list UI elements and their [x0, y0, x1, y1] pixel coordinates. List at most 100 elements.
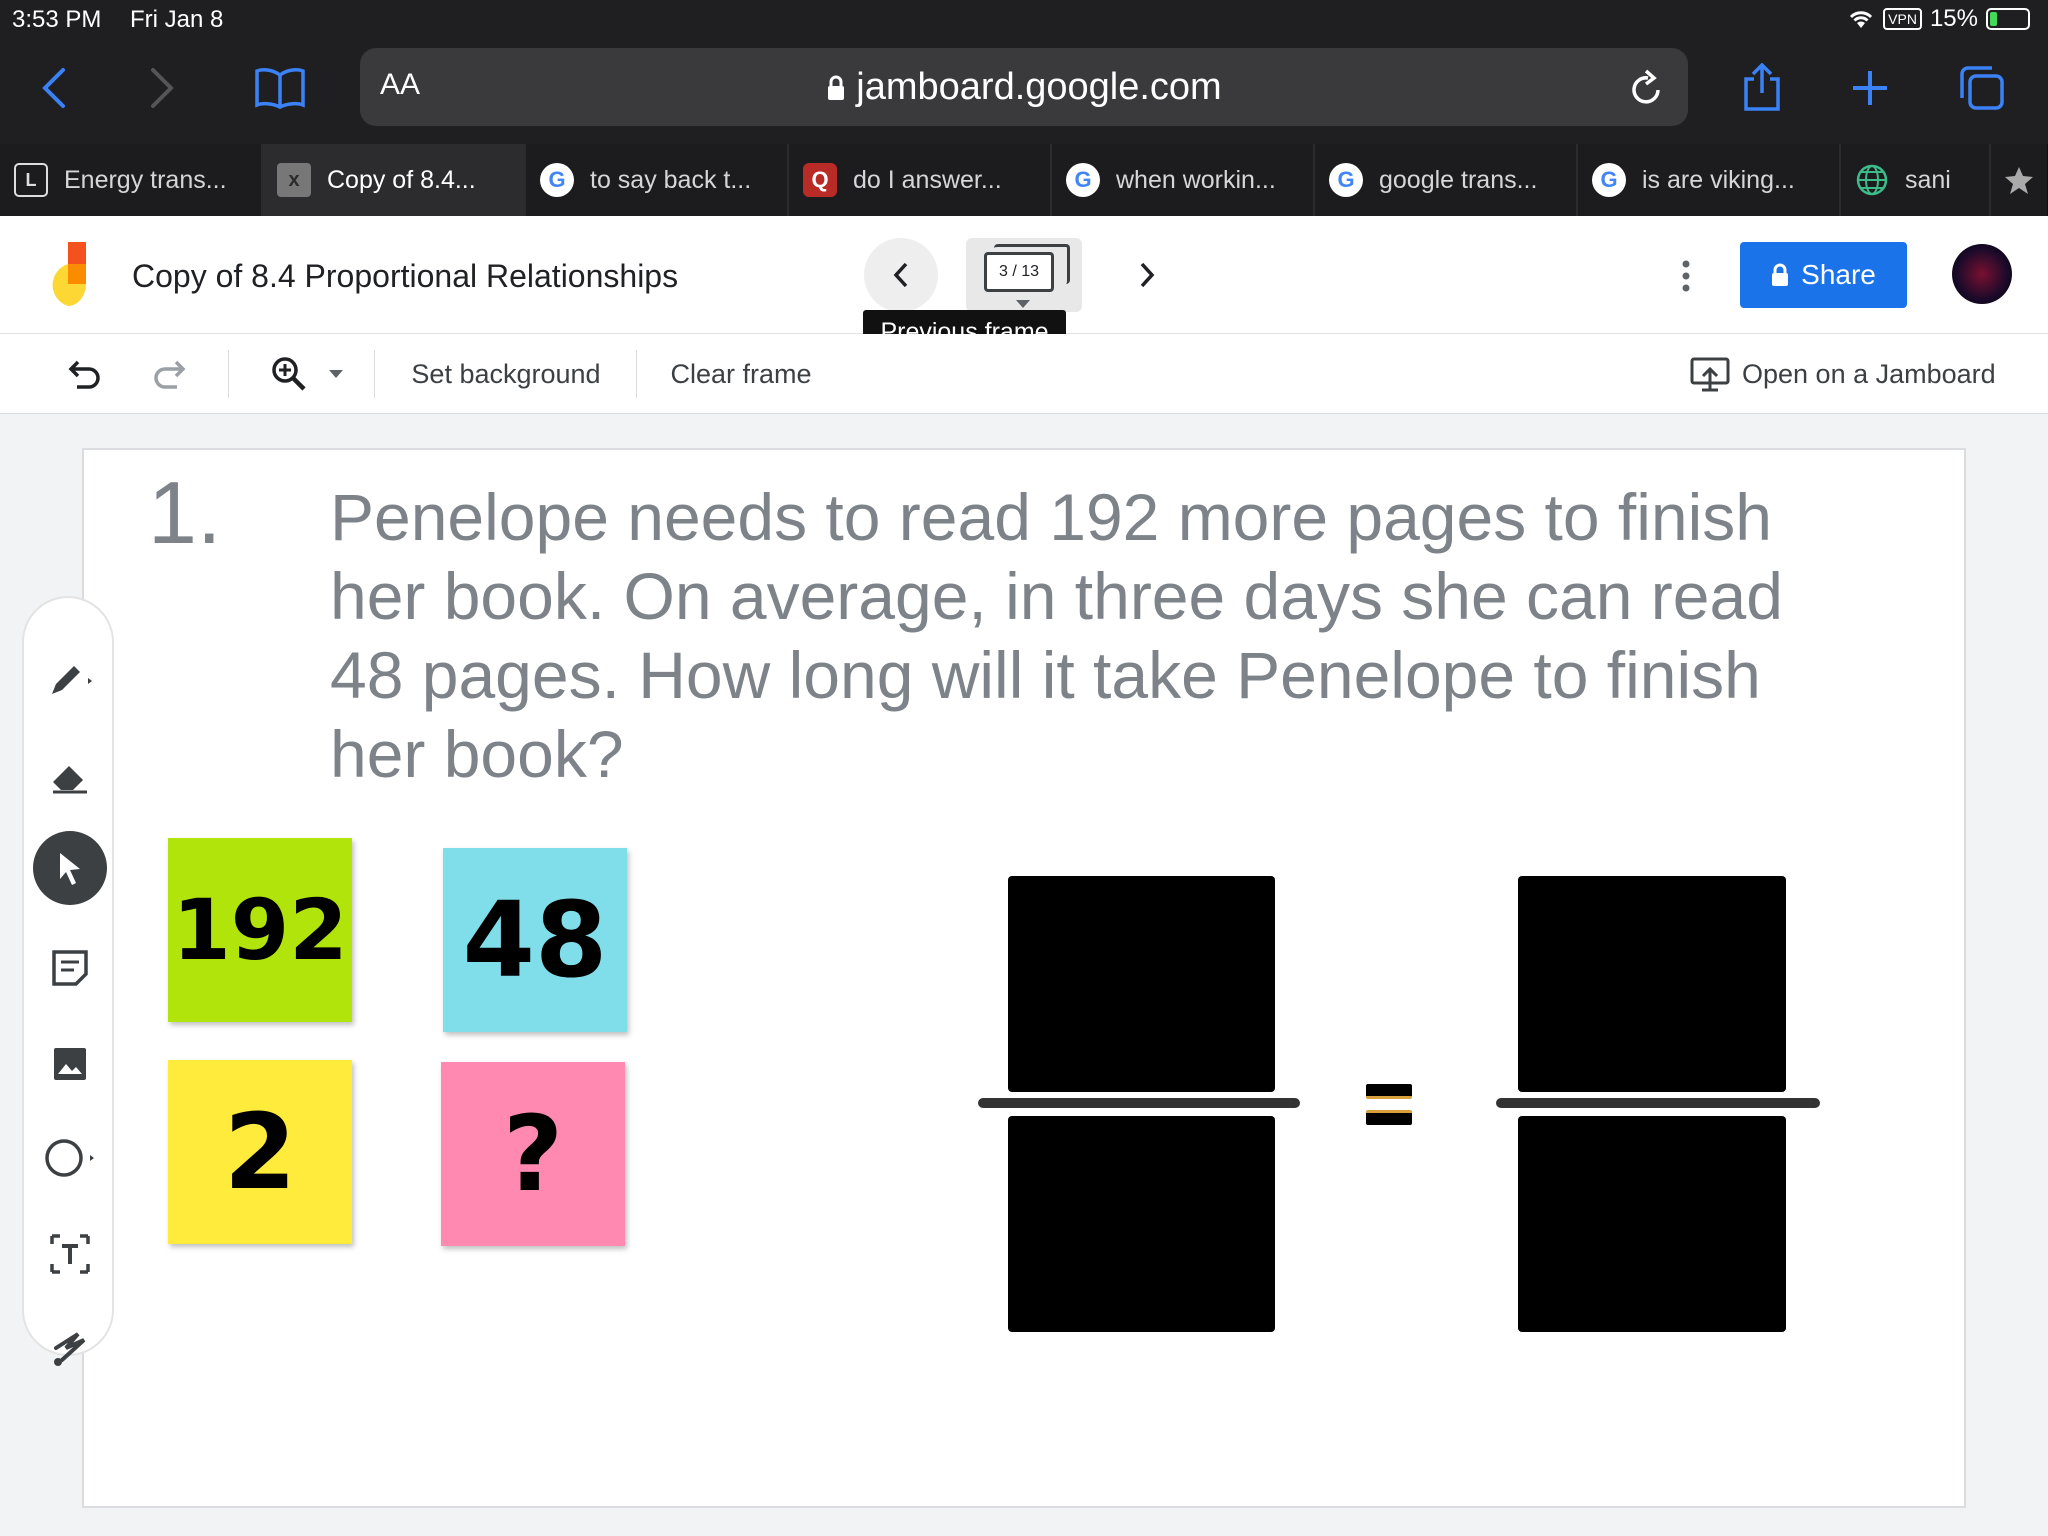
google-icon: G	[1329, 163, 1363, 197]
pen-tool[interactable]	[24, 640, 116, 720]
browser-tab[interactable]: Qdo I answer...	[789, 144, 1052, 216]
denominator-box-left[interactable]	[1008, 1116, 1275, 1332]
jamboard-toolbar: Set background Clear frame Open on a Jam…	[0, 334, 2048, 414]
open-on-jamboard-label: Open on a Jamboard	[1742, 358, 1996, 389]
numerator-box-left[interactable]	[1008, 876, 1275, 1092]
share-label: Share	[1801, 259, 1876, 290]
sticky-note[interactable]: ?	[441, 1062, 625, 1246]
lock-icon	[828, 75, 845, 100]
more-vert-icon	[1682, 260, 1690, 292]
quora-icon: Q	[803, 163, 837, 197]
tab-strip: L Energy trans... x Copy of 8.4... Gto say…	[0, 144, 2048, 216]
frame-count: 3 / 13	[984, 252, 1054, 292]
back-button[interactable]	[24, 56, 84, 120]
plus-icon	[1853, 71, 1887, 105]
circle-icon	[45, 1139, 94, 1177]
sticky-note-text: ?	[502, 1093, 564, 1215]
account-avatar[interactable]	[1952, 244, 2012, 304]
document-title[interactable]: Copy of 8.4 Proportional Relationships	[132, 258, 678, 295]
image-icon	[54, 1048, 86, 1080]
google-icon: G	[1066, 163, 1100, 197]
tool-palette	[22, 596, 116, 1366]
status-date: Fri Jan 8	[130, 6, 224, 33]
share-button[interactable]: Share	[1740, 242, 1907, 308]
text-box-tool[interactable]	[24, 1214, 116, 1294]
google-icon: G	[540, 163, 574, 197]
url-display[interactable]: jamboard.google.com	[360, 66, 1688, 109]
sticky-note[interactable]: 48	[443, 848, 627, 1032]
bookmarks-button[interactable]	[250, 56, 310, 120]
tab-label: google trans...	[1379, 165, 1538, 194]
frame-bar-toggle[interactable]: 3 / 13	[966, 238, 1082, 312]
close-tab-icon[interactable]: x	[277, 163, 311, 197]
redo-button[interactable]	[142, 348, 198, 400]
undo-button[interactable]	[56, 348, 112, 400]
chevron-right-icon	[1140, 262, 1155, 288]
zoom-in-icon	[272, 357, 306, 391]
laser-pointer-icon	[54, 1332, 86, 1366]
browser-tab[interactable]: L Energy trans...	[0, 144, 263, 216]
next-frame-button[interactable]	[1110, 238, 1184, 312]
select-tool-active-bg	[33, 831, 107, 905]
fraction-bar-left	[978, 1098, 1300, 1108]
browser-tab[interactable]: Ggoogle trans...	[1315, 144, 1578, 216]
fraction-bar-right	[1496, 1098, 1820, 1108]
reload-icon[interactable]	[1628, 68, 1664, 108]
sticky-note-tool[interactable]	[24, 928, 116, 1008]
browser-chrome: 3:53 PM Fri Jan 8 VPN 15% AA jamboard.go…	[0, 0, 2048, 144]
zoom-button[interactable]	[256, 348, 356, 400]
toolbar-divider	[374, 350, 375, 398]
sticky-note[interactable]: 192	[168, 838, 352, 1022]
more-options-button[interactable]	[1666, 256, 1706, 296]
browser-tab-active[interactable]: x Copy of 8.4...	[263, 144, 526, 216]
tab-label: Energy trans...	[64, 165, 227, 194]
toolbar-divider	[228, 350, 229, 398]
numerator-box-right[interactable]	[1518, 876, 1786, 1092]
shape-tool[interactable]	[24, 1118, 116, 1198]
question-number: 1.	[148, 463, 222, 562]
previous-frame-button[interactable]	[864, 238, 938, 312]
open-on-jamboard-button[interactable]: Open on a Jamboard	[1690, 348, 1996, 400]
set-background-button[interactable]: Set background	[398, 348, 614, 400]
pen-icon	[52, 666, 92, 694]
laser-tool[interactable]	[24, 1308, 116, 1388]
browser-tab[interactable]: Gwhen workin...	[1052, 144, 1315, 216]
url-text: jamboard.google.com	[856, 66, 1222, 108]
select-tool[interactable]	[24, 828, 116, 908]
question-text: Penelope needs to read 192 more pages to…	[330, 480, 1783, 791]
status-time: 3:53 PM	[12, 6, 102, 33]
cast-screen-icon	[1690, 357, 1730, 392]
tabs-icon	[1960, 66, 2004, 110]
text-box-icon	[50, 1234, 90, 1274]
sticky-note[interactable]: 2	[168, 1060, 352, 1244]
address-bar[interactable]: AA jamboard.google.com	[360, 48, 1688, 126]
dropdown-arrow-icon	[329, 370, 343, 378]
browser-tab[interactable]: sani	[1841, 144, 1991, 216]
browser-tab[interactable]: Gis are viking...	[1578, 144, 1841, 216]
clear-frame-button[interactable]: Clear frame	[656, 348, 826, 400]
denominator-box-right[interactable]	[1518, 1116, 1786, 1332]
share-sheet-button[interactable]	[1732, 56, 1792, 120]
sticky-note-text: 2	[223, 1091, 297, 1213]
chevron-left-icon	[42, 68, 65, 108]
sticky-note-text: 48	[462, 879, 608, 1001]
tab-label: sani	[1905, 165, 1951, 194]
vpn-badge: VPN	[1883, 8, 1922, 30]
chevron-right-icon	[151, 68, 174, 108]
status-bar: 3:53 PM Fri Jan 8 VPN 15%	[0, 0, 2048, 40]
battery-icon	[1986, 8, 2030, 30]
jamboard-header: Copy of 8.4 Proportional Relationships 3…	[0, 216, 2048, 354]
eraser-tool[interactable]	[24, 736, 116, 816]
forward-button[interactable]	[132, 56, 192, 120]
bookmark-star-button[interactable]	[1991, 144, 2047, 216]
browser-tab[interactable]: Gto say back t...	[526, 144, 789, 216]
add-image-tool[interactable]	[24, 1024, 116, 1104]
new-tab-button[interactable]	[1840, 56, 1900, 120]
globe-icon	[1856, 164, 1888, 196]
tab-overview-button[interactable]	[1952, 56, 2012, 120]
tab-label: do I answer...	[853, 165, 1002, 194]
equals-sign	[1366, 1084, 1412, 1126]
star-icon	[2005, 167, 2033, 194]
tab-label: to say back t...	[590, 165, 752, 194]
google-icon: G	[1592, 163, 1626, 197]
